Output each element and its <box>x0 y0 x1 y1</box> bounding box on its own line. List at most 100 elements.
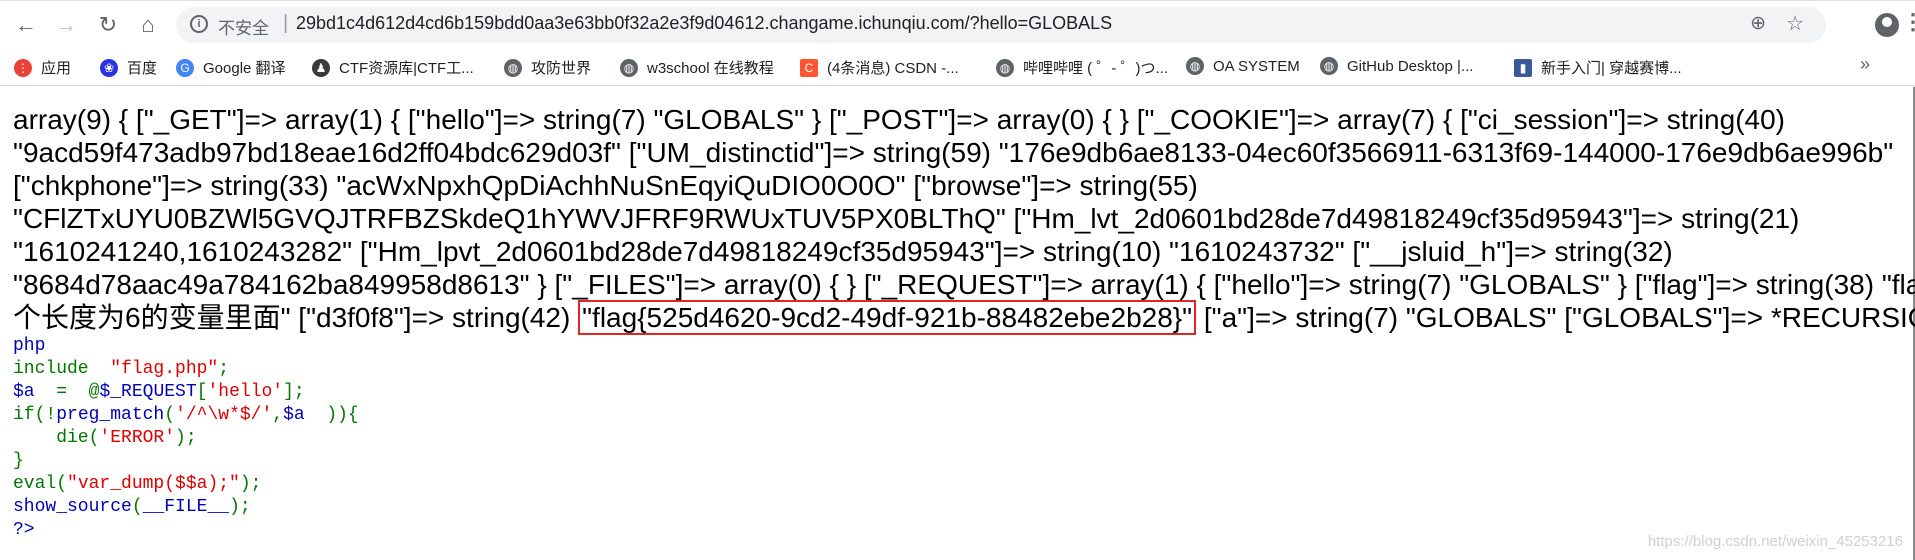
bookmark-label: 百度 <box>127 60 158 77</box>
baidu-paw-icon: ❀ <box>100 58 118 77</box>
code-token: ); <box>239 474 262 494</box>
address-bar[interactable]: i 不安全 | 29bd1c4d612d4cd6b159bdd0aa3e63bb… <box>176 7 1826 43</box>
code-token: preg_match <box>56 405 165 425</box>
page-content: array(9) { ["_GET"]=> array(1) { ["hello… <box>0 87 1915 560</box>
book-icon: ▮ <box>1514 58 1532 77</box>
code-token: ; <box>218 359 230 379</box>
globe-icon: ◍ <box>620 58 638 77</box>
bookmark-item[interactable]: ❀ 百度 <box>100 57 157 78</box>
code-token: ?> <box>13 520 35 540</box>
dump-text: 个长度为6的变量里面" ["d3f0f8"]=> string(42) <box>13 302 579 333</box>
dump-line: ["chkphone"]=> string(33) "acWxNpxhQpDiA… <box>13 170 1198 201</box>
dump-line: "1610241240,1610243282" ["Hm_lpvt_2d0601… <box>13 236 1673 267</box>
globe-icon: ◍ <box>996 58 1014 77</box>
csdn-icon: C <box>800 58 818 77</box>
code-token: [ <box>196 382 208 402</box>
code-token: 'hello' <box>207 382 284 402</box>
menu-dots-icon[interactable]: ⋮ <box>1902 9 1915 35</box>
code-token: "var_dump($$a);" <box>67 474 240 494</box>
bookmark-label: OA SYSTEM <box>1213 57 1300 75</box>
bookmark-label: Google 翻译 <box>203 60 286 77</box>
code-token: show_source <box>13 497 132 517</box>
globe-icon: ◍ <box>504 58 522 77</box>
bookmark-item[interactable]: ◍ GitHub Desktop |... <box>1320 57 1473 75</box>
browser-toolbar: ← → ↻ ⌂ i 不安全 | 29bd1c4d612d4cd6b159bdd0… <box>0 0 1915 48</box>
code-token: $_REQUEST <box>99 382 197 402</box>
hacker-icon: ♟ <box>312 58 330 77</box>
dump-line: "CFlZTxUYU0BZWl5GVQJTRFBZSkdeQ1hYWVJFRF9… <box>13 203 1800 234</box>
code-token: eval( <box>13 474 68 494</box>
code-line: include "flag.php"; <box>13 358 359 381</box>
bookmark-label: CTF资源库|CTF工... <box>339 60 474 77</box>
bookmark-item[interactable]: ♟ CTF资源库|CTF工... <box>312 57 474 78</box>
profile-avatar-icon[interactable] <box>1875 13 1899 37</box>
code-line: eval("var_dump($$a);"); <box>13 473 359 496</box>
code-token: die( <box>13 428 100 448</box>
code-token: )){ <box>326 405 359 425</box>
bookmark-label: 应用 <box>41 60 72 77</box>
code-token: , <box>272 405 284 425</box>
code-token: if(! <box>13 405 57 425</box>
code-line: die('ERROR'); <box>13 427 359 450</box>
dump-line-last: 个长度为6的变量里面" ["d3f0f8"]=> string(42) "fla… <box>13 300 1915 335</box>
bookmark-label: GitHub Desktop |... <box>1347 57 1474 75</box>
bookmark-label: 新手入门| 穿越赛博... <box>1541 60 1682 77</box>
code-token: ( <box>131 497 143 517</box>
more-bookmarks-button[interactable]: » <box>1860 54 1870 75</box>
code-token: '/^\w*$/' <box>175 405 273 425</box>
watermark: https://blog.csdn.net/weixin_45253216 <box>1647 533 1903 550</box>
bookmark-item[interactable]: ⋮ 应用 <box>14 57 71 78</box>
code-token: ); <box>229 497 251 517</box>
bookmark-star-icon[interactable]: ☆ <box>1786 11 1804 36</box>
var-dump-output: array(9) { ["_GET"]=> array(1) { ["hello… <box>13 103 1915 335</box>
security-label[interactable]: 不安全 <box>218 14 269 39</box>
zoom-icon[interactable]: ⊕ <box>1750 12 1766 35</box>
reload-icon[interactable]: ↻ <box>94 11 122 39</box>
code-token: } <box>13 451 24 471</box>
dump-line: array(9) { ["_GET"]=> array(1) { ["hello… <box>13 104 1785 135</box>
code-line: if(!preg_match('/^\w*$/',$a )){ <box>13 404 359 427</box>
forward-arrow-icon[interactable]: → <box>52 11 80 39</box>
bookmark-item[interactable]: ◍ 攻防世界 <box>504 57 591 78</box>
code-token: ]; <box>283 382 305 402</box>
code-token: include <box>13 359 111 379</box>
code-token: php <box>13 336 46 356</box>
code-line: ?> <box>13 519 359 542</box>
bookmark-label: 哔哩哔哩 ( ゜- ゜)つ... <box>1023 60 1168 77</box>
apps-grid-icon: ⋮ <box>14 58 32 77</box>
code-token: = @ <box>56 382 100 402</box>
bookmark-item[interactable]: ◍ 哔哩哔哩 ( ゜- ゜)つ... <box>996 57 1168 78</box>
flag-highlight: "flag{525d4620-9cd2-49df-921b-88482ebe2b… <box>578 300 1197 335</box>
bookmark-item[interactable]: C (4条消息) CSDN -... <box>800 57 959 78</box>
info-icon[interactable]: i <box>190 15 208 33</box>
code-token: ); <box>175 428 197 448</box>
code-token: __FILE__ <box>142 497 230 517</box>
separator: | <box>283 12 289 34</box>
back-arrow-icon[interactable]: ← <box>12 11 40 39</box>
bookmark-item[interactable]: ◍ OA SYSTEM <box>1186 57 1300 75</box>
code-token: "flag.php" <box>110 359 219 379</box>
bookmark-item[interactable]: ◍ w3school 在线教程 <box>620 57 774 78</box>
bookmark-label: w3school 在线教程 <box>647 60 774 77</box>
url-text[interactable]: 29bd1c4d612d4cd6b159bdd0aa3e63bb0f32a2e3… <box>296 13 1112 34</box>
bookmarks-bar: » ⋮ 应用 ❀ 百度 G Google 翻译 ♟ CTF资源库|CTF工... ◍ 攻防世界 ◍ w… <box>0 48 1915 86</box>
code-token: $a <box>13 382 57 402</box>
code-line: show_source(__FILE__); <box>13 496 359 519</box>
dump-line: "9acd59f473adb97bd18eae16d2ff04bdc629d03… <box>13 137 1894 168</box>
code-token: 'ERROR' <box>99 428 176 448</box>
dump-text: ["a"]=> string(7) "GLOBALS" ["GLOBALS"]=… <box>1196 302 1915 333</box>
dump-line: "8684d78aac49a784162ba849958d8613" } ["_… <box>13 269 1915 300</box>
php-source: php include "flag.php"; $a = @$_REQUEST['h… <box>13 335 359 542</box>
globe-icon: ◍ <box>1320 57 1338 75</box>
bookmark-item[interactable]: G Google 翻译 <box>176 57 286 78</box>
home-icon[interactable]: ⌂ <box>134 11 162 39</box>
code-token: ( <box>164 405 176 425</box>
bookmark-item[interactable]: ▮ 新手入门| 穿越赛博... <box>1514 57 1682 78</box>
code-line: } <box>13 450 359 473</box>
code-line: $a = @$_REQUEST['hello']; <box>13 381 359 404</box>
globe-icon: ◍ <box>1186 57 1204 75</box>
code-token: $a <box>283 405 327 425</box>
code-line: php <box>13 335 359 358</box>
google-translate-icon: G <box>176 58 194 77</box>
bookmark-label: (4条消息) CSDN -... <box>827 60 959 77</box>
